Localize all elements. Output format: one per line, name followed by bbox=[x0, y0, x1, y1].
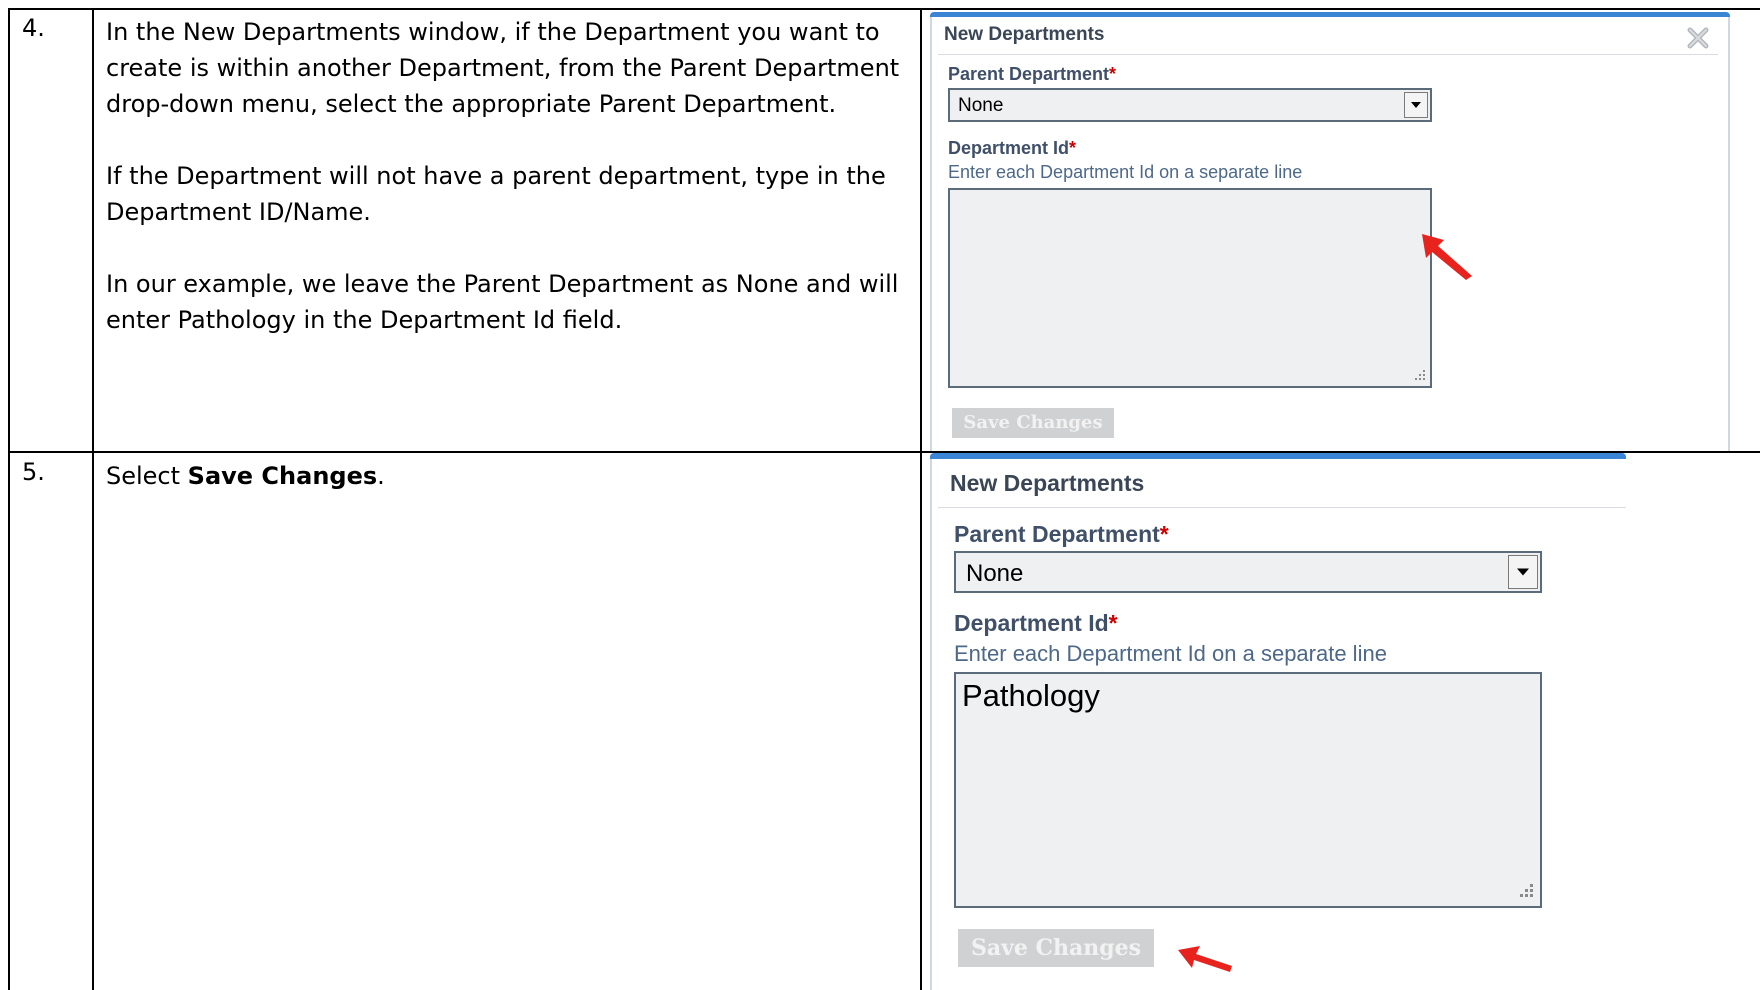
department-id-hint: Enter each Department Id on a separate l… bbox=[948, 162, 1303, 182]
required-marker: * bbox=[1109, 64, 1117, 84]
step-number: 5. bbox=[22, 458, 45, 486]
table-border-top bbox=[8, 8, 1760, 10]
dialog-accent-bar bbox=[930, 12, 1730, 17]
step-paragraph: In the New Departments window, if the De… bbox=[106, 18, 900, 118]
table-border-left bbox=[8, 8, 10, 990]
close-icon[interactable] bbox=[1684, 24, 1712, 52]
parent-department-label: Parent Department* bbox=[948, 64, 1117, 84]
arrow-pointer-icon bbox=[1418, 230, 1478, 282]
parent-department-select[interactable]: None bbox=[954, 551, 1542, 593]
department-id-value: Pathology bbox=[962, 678, 1100, 713]
department-id-label: Department Id* bbox=[954, 610, 1118, 636]
step-text-suffix: . bbox=[377, 462, 385, 490]
dialog-title-divider bbox=[938, 507, 1626, 508]
department-id-textarea[interactable] bbox=[948, 188, 1432, 388]
table-col-divider-2 bbox=[920, 8, 922, 990]
dialog-title: New Departments bbox=[944, 24, 1105, 45]
parent-department-value: None bbox=[958, 95, 1004, 116]
required-marker: * bbox=[1159, 521, 1169, 547]
resize-grip-icon[interactable] bbox=[1412, 368, 1426, 382]
new-departments-dialog: New Departments Parent Department* None … bbox=[930, 453, 1626, 990]
dialog-frame-left bbox=[930, 459, 932, 990]
arrow-pointer-icon bbox=[1174, 942, 1236, 976]
dropdown-button[interactable] bbox=[1508, 555, 1538, 589]
resize-grip-icon[interactable] bbox=[1516, 882, 1534, 900]
save-changes-button[interactable]: Save Changes bbox=[952, 408, 1114, 438]
step-paragraph: If the Department will not have a parent… bbox=[106, 162, 886, 226]
department-id-textarea[interactable]: Pathology bbox=[954, 672, 1542, 908]
step-paragraph: In our example, we leave the Parent Depa… bbox=[106, 270, 899, 334]
dialog-title: New Departments bbox=[950, 470, 1145, 496]
dialog-frame-left bbox=[930, 17, 932, 451]
step-number: 4. bbox=[22, 14, 45, 42]
department-id-hint: Enter each Department Id on a separate l… bbox=[954, 641, 1387, 666]
parent-department-select[interactable]: None bbox=[948, 88, 1432, 122]
dialog-accent-bar bbox=[930, 453, 1626, 459]
parent-department-label: Parent Department* bbox=[954, 521, 1169, 547]
save-changes-button[interactable]: Save Changes bbox=[958, 929, 1154, 967]
department-id-label: Department Id* bbox=[948, 138, 1077, 158]
required-marker: * bbox=[1108, 610, 1118, 636]
required-marker: * bbox=[1069, 138, 1077, 158]
parent-department-value: None bbox=[966, 560, 1024, 587]
new-departments-dialog: New Departments Parent Department* None … bbox=[930, 12, 1730, 451]
dropdown-button[interactable] bbox=[1404, 92, 1428, 118]
dialog-frame-right bbox=[1728, 17, 1730, 451]
step-instructions: In the New Departments window, if the De… bbox=[106, 14, 906, 374]
step-text-bold: Save Changes bbox=[187, 462, 378, 490]
table-col-divider-1 bbox=[92, 8, 94, 990]
step-text-prefix: Select bbox=[106, 462, 188, 490]
dialog-title-divider bbox=[938, 54, 1718, 55]
step-instructions: Select Save Changes. bbox=[106, 458, 906, 494]
